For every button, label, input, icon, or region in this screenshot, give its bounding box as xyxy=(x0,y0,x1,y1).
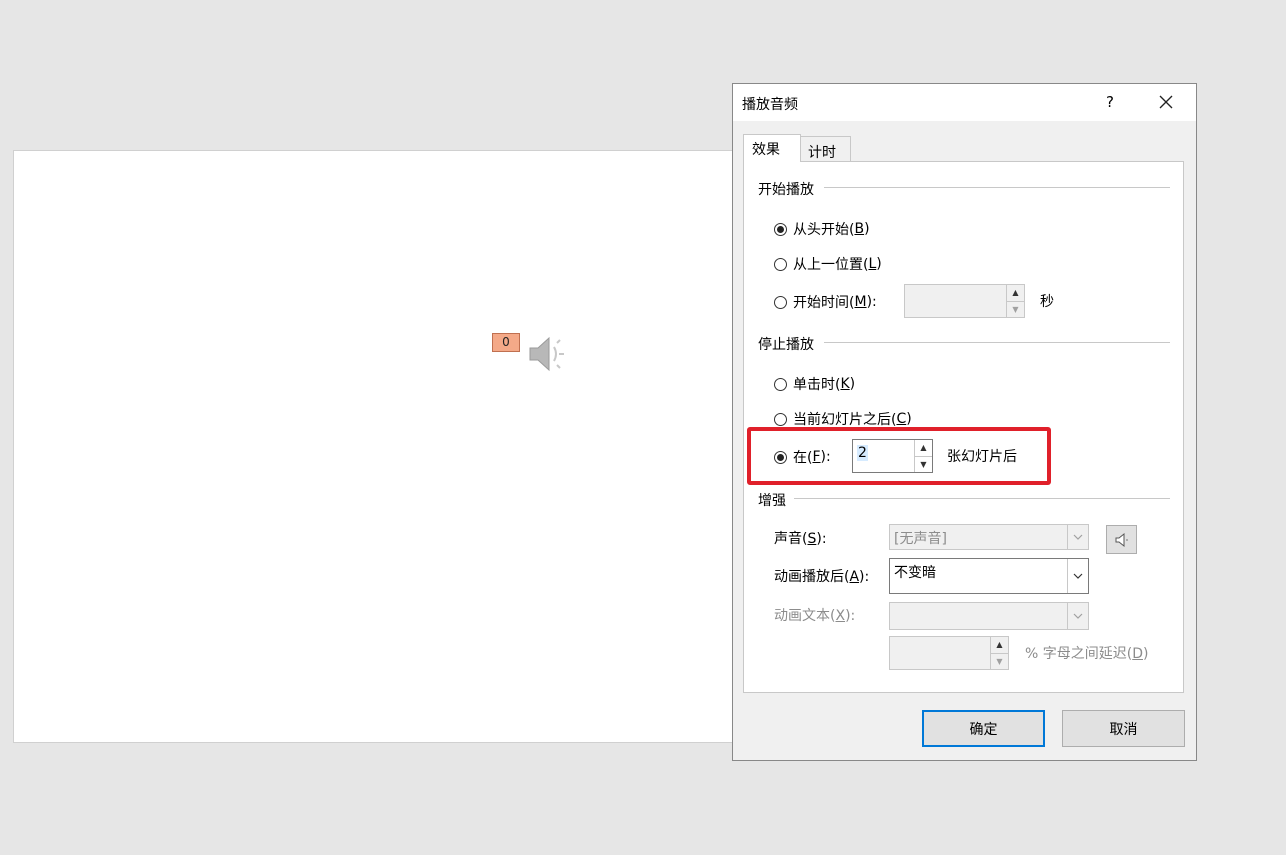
tab-effect[interactable]: 效果 xyxy=(743,134,801,162)
animation-order-tag[interactable]: 0 xyxy=(492,333,520,352)
radio-indicator[interactable] xyxy=(774,412,787,426)
radio-after-current-slide[interactable]: 当前幻灯片之后(C) xyxy=(774,409,912,429)
radio-start-time[interactable]: 开始时间(M): xyxy=(774,292,877,312)
enhance-group-label: 增强 xyxy=(758,490,786,510)
start-group-divider xyxy=(824,187,1170,188)
after-animation-dropdown[interactable]: 不变暗 xyxy=(889,558,1089,594)
spin-down-icon[interactable]: ▼ xyxy=(990,652,1008,669)
stop-group-divider xyxy=(824,342,1170,343)
highlight-annotation-box xyxy=(747,427,1051,485)
start-group-label: 开始播放 xyxy=(758,179,814,199)
dialog-title: 播放音频 xyxy=(742,97,798,113)
animate-text-dropdown[interactable] xyxy=(889,602,1089,630)
start-time-stepper[interactable]: ▲ ▼ xyxy=(904,284,1025,318)
spin-up-icon[interactable]: ▲ xyxy=(1006,285,1024,301)
speaker-icon xyxy=(1115,532,1128,547)
help-button[interactable]: ? xyxy=(1099,90,1121,114)
letter-delay-stepper[interactable]: ▲ ▼ xyxy=(889,636,1009,670)
sound-preview-button[interactable] xyxy=(1106,525,1137,554)
play-audio-dialog: 播放音频 ? 效果 计时 开始播放 从头开始(B) 从上一位置(L) 开始时间(… xyxy=(732,83,1197,761)
animate-text-label: 动画文本(X): xyxy=(774,608,856,624)
spin-up-icon[interactable]: ▲ xyxy=(990,637,1008,653)
chevron-down-icon[interactable] xyxy=(1067,525,1088,549)
dialog-titlebar[interactable]: 播放音频 ? xyxy=(733,84,1196,121)
radio-indicator[interactable] xyxy=(774,257,787,271)
radio-indicator[interactable] xyxy=(774,222,787,236)
cancel-button[interactable]: 取消 xyxy=(1062,710,1185,747)
after-animation-label: 动画播放后(A): xyxy=(774,569,870,585)
close-button[interactable] xyxy=(1153,90,1179,114)
chevron-down-icon[interactable] xyxy=(1067,559,1088,593)
radio-indicator[interactable] xyxy=(774,377,787,391)
speaker-icon[interactable] xyxy=(527,333,571,375)
radio-indicator[interactable] xyxy=(774,295,787,309)
start-time-unit: 秒 xyxy=(1040,294,1054,310)
radio-from-last-position[interactable]: 从上一位置(L) xyxy=(774,254,882,274)
chevron-down-icon[interactable] xyxy=(1067,603,1088,629)
sound-label: 声音(S): xyxy=(774,531,827,547)
enhance-group-divider xyxy=(794,498,1170,499)
radio-on-click[interactable]: 单击时(K) xyxy=(774,374,855,394)
ok-button[interactable]: 确定 xyxy=(922,710,1045,747)
close-icon xyxy=(1159,95,1173,109)
sound-dropdown[interactable]: [无声音] xyxy=(889,524,1089,550)
effect-tab-panel: 开始播放 从头开始(B) 从上一位置(L) 开始时间(M): ▲ ▼ 秒 停止播… xyxy=(743,161,1184,693)
letter-delay-label: % 字母之间延迟(D) xyxy=(1025,646,1149,662)
slide-canvas[interactable]: 0 xyxy=(13,150,748,743)
radio-from-beginning[interactable]: 从头开始(B) xyxy=(774,219,870,239)
stop-group-label: 停止播放 xyxy=(758,334,814,354)
tab-timing[interactable]: 计时 xyxy=(799,136,851,163)
spin-down-icon[interactable]: ▼ xyxy=(1006,300,1024,317)
